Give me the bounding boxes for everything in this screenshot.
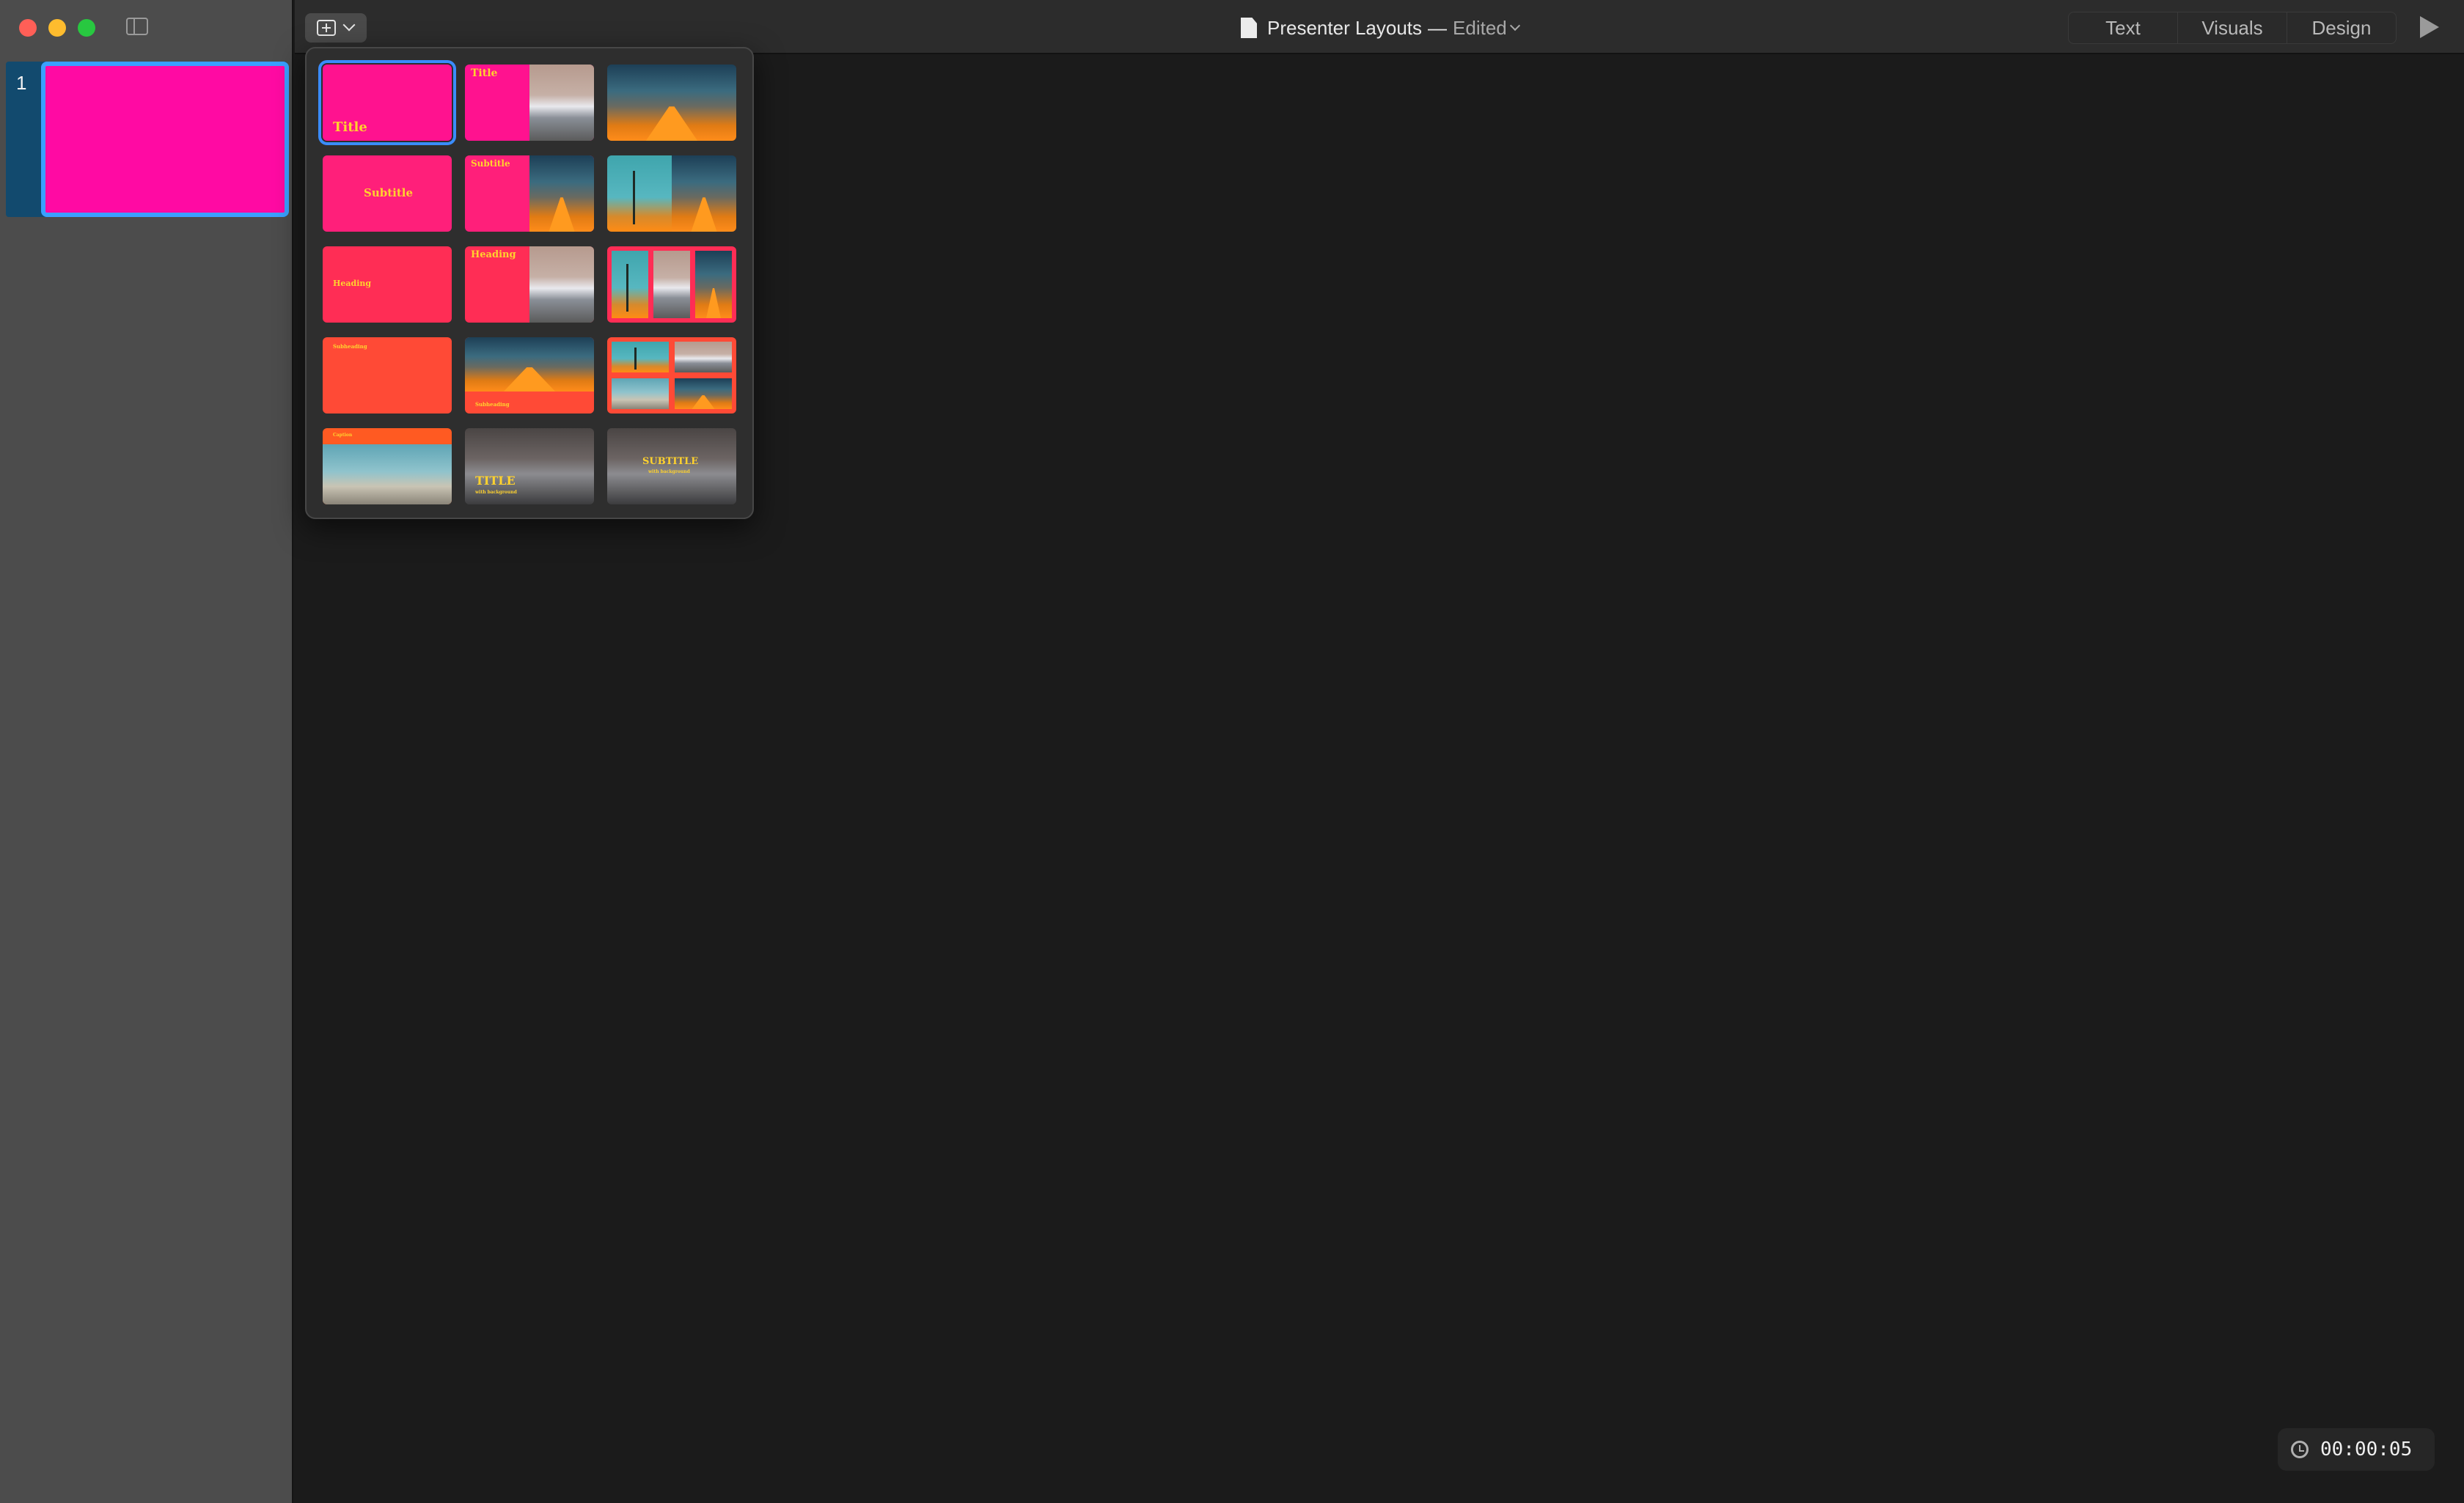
car-photo xyxy=(529,65,594,141)
layout-two-photos[interactable] xyxy=(607,155,736,232)
close-window-button[interactable] xyxy=(19,19,37,37)
document-title[interactable]: Presenter Layouts — Edited xyxy=(1241,15,1549,41)
car-photo xyxy=(653,251,690,318)
toolbar: Presenter Layouts — Edited Text Visuals … xyxy=(295,0,2464,54)
layout-subheading-photo[interactable]: Subheading xyxy=(465,337,594,414)
street-photo xyxy=(529,155,594,232)
chevron-down-icon xyxy=(1509,20,1520,32)
layout-four-photos[interactable] xyxy=(607,337,736,414)
tab-design[interactable]: Design xyxy=(2287,12,2396,43)
chevron-down-icon xyxy=(342,18,356,32)
layout-label: Caption xyxy=(333,433,353,438)
layout-full-photo[interactable] xyxy=(607,65,736,141)
street-photo xyxy=(465,337,594,392)
street-photo xyxy=(672,155,736,232)
slide-thumbnail[interactable] xyxy=(41,62,289,217)
layout-label: Subheading xyxy=(475,401,510,408)
layout-sublabel: with background xyxy=(648,469,690,474)
document-icon xyxy=(1241,18,1257,38)
document-status: Edited xyxy=(1453,16,1507,39)
mode-switcher: Text Visuals Design xyxy=(2068,12,2397,44)
add-slide-icon xyxy=(317,20,336,36)
layout-picker-popover: Title Title Subtitle Subtitle Heading He… xyxy=(305,47,754,519)
sidebar-toggle-icon[interactable] xyxy=(126,18,148,35)
layout-label: Heading xyxy=(471,249,516,260)
layout-label: TITLE xyxy=(475,474,516,488)
slide-number: 1 xyxy=(16,72,27,94)
palm-photo xyxy=(607,155,672,232)
layout-label: Subtitle xyxy=(364,186,414,199)
street-photo xyxy=(695,251,732,318)
layout-title-photo[interactable]: Title xyxy=(465,65,594,141)
palm-photo xyxy=(612,251,648,318)
layout-caption[interactable]: Caption xyxy=(323,428,452,504)
layout-label: Subtitle xyxy=(471,158,510,169)
layout-title[interactable]: Title xyxy=(318,60,456,145)
layout-label: Subheading xyxy=(333,343,367,350)
skate-photo xyxy=(612,378,669,409)
minimize-window-button[interactable] xyxy=(48,19,66,37)
layout-label: Title xyxy=(471,67,498,79)
tab-text[interactable]: Text xyxy=(2069,12,2178,43)
layout-subheading[interactable]: Subheading xyxy=(323,337,452,414)
layout-subtitle[interactable]: Subtitle xyxy=(323,155,452,232)
layout-heading[interactable]: Heading xyxy=(323,246,452,323)
play-icon[interactable] xyxy=(2420,16,2439,38)
history-icon xyxy=(2291,1441,2309,1458)
title-separator: — xyxy=(1428,16,1448,39)
presenter-window: 1 Presenter Layouts — Edited Text Visual… xyxy=(0,0,2464,1503)
palm-photo xyxy=(612,342,669,372)
layout-sublabel: with background xyxy=(475,490,517,495)
street-photo xyxy=(675,378,732,409)
slide-list-item[interactable]: 1 xyxy=(6,62,289,217)
car-photo xyxy=(675,342,732,372)
skate-photo xyxy=(323,444,452,504)
document-name: Presenter Layouts xyxy=(1267,16,1423,39)
tab-visuals[interactable]: Visuals xyxy=(2178,12,2287,43)
layout-subtitle-background[interactable]: SUBTITLE with background xyxy=(607,428,736,504)
layout-label: SUBTITLE xyxy=(642,456,699,467)
street-photo xyxy=(607,65,736,141)
layout-subtitle-photo[interactable]: Subtitle xyxy=(465,155,594,232)
zoom-window-button[interactable] xyxy=(78,19,95,37)
slide-sidebar: 1 xyxy=(0,0,293,1503)
car-photo xyxy=(529,246,594,323)
layout-three-photos[interactable] xyxy=(607,246,736,323)
timer-value: 00:00:05 xyxy=(2320,1438,2413,1460)
layout-label: Heading xyxy=(333,279,372,288)
layout-label: Title xyxy=(333,120,367,135)
elapsed-timer[interactable]: 00:00:05 xyxy=(2278,1428,2435,1471)
add-slide-button[interactable] xyxy=(305,13,367,43)
layout-heading-photo[interactable]: Heading xyxy=(465,246,594,323)
layout-title-background[interactable]: TITLE with background xyxy=(465,428,594,504)
